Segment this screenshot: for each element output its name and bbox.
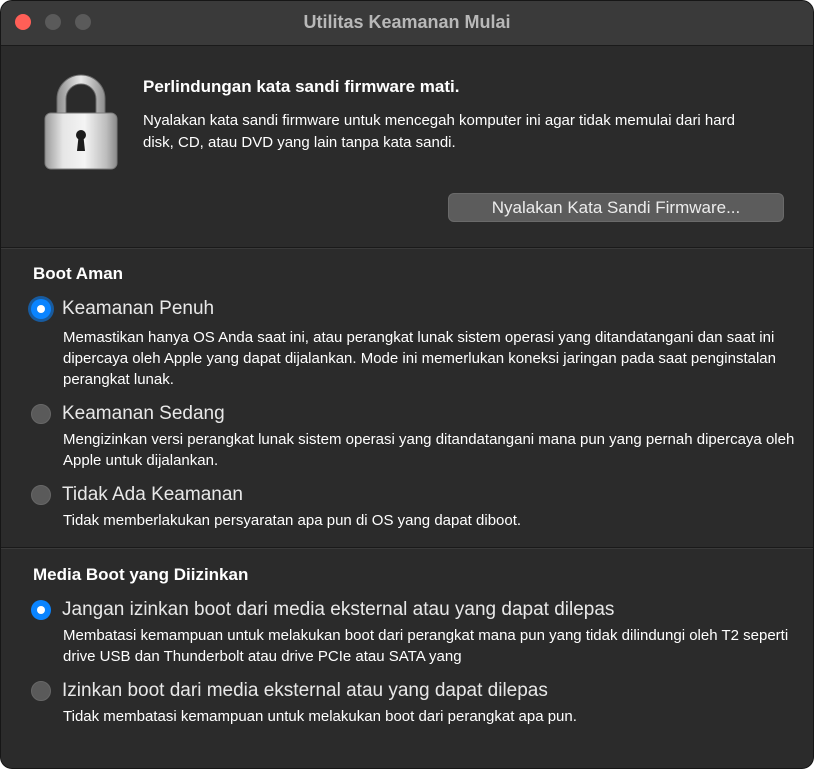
- section-divider: [1, 547, 813, 549]
- medium-security-radio[interactable]: [31, 404, 51, 424]
- startup-security-window: Utilitas Keamanan Mulai Perlindungan kat…: [0, 0, 814, 769]
- window-title: Utilitas Keamanan Mulai: [303, 12, 511, 32]
- padlock-icon: [44, 74, 118, 170]
- allow-external-boot-radio[interactable]: [31, 681, 51, 701]
- full-security-radio[interactable]: [31, 299, 51, 319]
- medium-security-label[interactable]: Keamanan Sedang: [62, 403, 225, 425]
- secure-boot-title: Boot Aman: [33, 264, 124, 283]
- allow-external-boot-label[interactable]: Izinkan boot dari media eksternal atau y…: [62, 680, 548, 702]
- no-security-description: Tidak memberlakukan persyaratan apa pun …: [63, 512, 522, 529]
- boot-media-title: Media Boot yang Diizinkan: [33, 565, 249, 584]
- no-security-label[interactable]: Tidak Ada Keamanan: [62, 484, 243, 506]
- firmware-status-heading: Perlindungan kata sandi firmware mati.: [143, 77, 460, 96]
- no-security-radio[interactable]: [31, 485, 51, 505]
- disallow-external-boot-label[interactable]: Jangan izinkan boot dari media eksternal…: [62, 599, 614, 621]
- firmware-description: Nyalakan kata sandi firmware untuk mence…: [143, 112, 735, 151]
- full-security-description: Memastikan hanya OS Anda saat ini, atau …: [63, 329, 776, 388]
- disallow-external-boot-description: Membatasi kemampuan untuk melakukan boot…: [63, 627, 789, 665]
- turn-on-firmware-password-button[interactable]: Nyalakan Kata Sandi Firmware...: [448, 193, 784, 222]
- allow-external-boot-description: Tidak membatasi kemampuan untuk melakuka…: [63, 708, 577, 725]
- section-divider: [1, 247, 813, 249]
- disallow-external-boot-radio[interactable]: [31, 600, 51, 620]
- title-bar: Utilitas Keamanan Mulai: [1, 1, 813, 46]
- medium-security-description: Mengizinkan versi perangkat lunak sistem…: [63, 431, 795, 469]
- full-security-label[interactable]: Keamanan Penuh: [62, 298, 214, 320]
